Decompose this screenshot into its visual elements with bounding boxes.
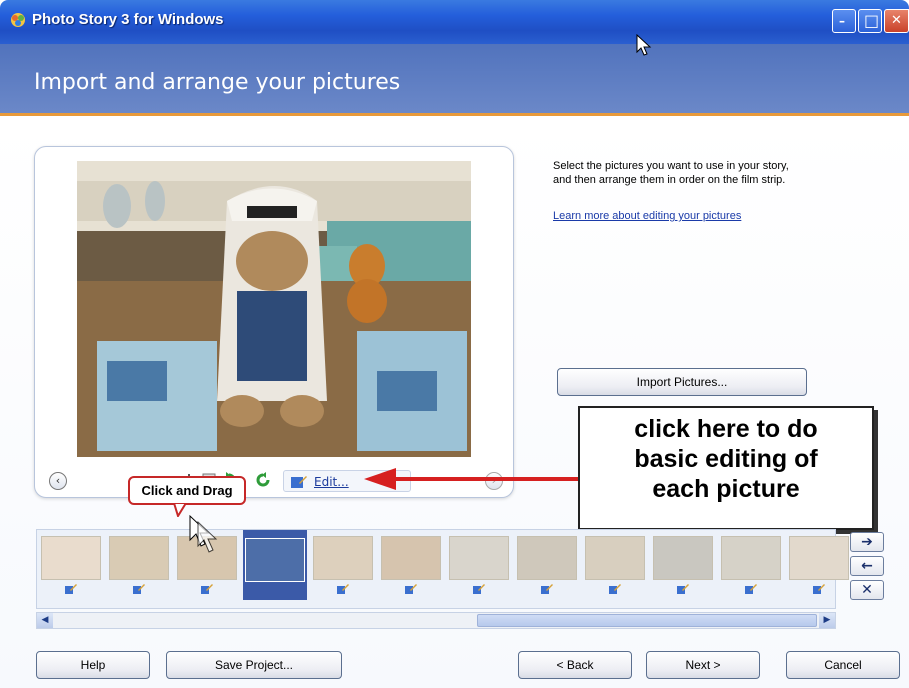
instructions-line-1: Select the pictures you want to use in y…	[553, 160, 789, 172]
film-strip-frame[interactable]	[651, 534, 715, 594]
edit-label: Edit...	[314, 475, 349, 489]
arrow-right-icon: ▶	[823, 615, 831, 625]
maximize-icon: □	[864, 11, 880, 30]
picture-thumbnail[interactable]	[245, 538, 305, 582]
picture-thumbnail[interactable]	[41, 536, 101, 580]
callout-line-2: basic editing of	[634, 445, 818, 473]
instructions-text: Select the pictures you want to use in y…	[553, 159, 873, 187]
preview-photo	[77, 161, 471, 457]
picture-thumbnail[interactable]	[789, 536, 849, 580]
edit-icon[interactable]	[745, 584, 757, 594]
next-button[interactable]: Next >	[646, 651, 760, 679]
picture-thumbnail[interactable]	[585, 536, 645, 580]
previous-picture-button[interactable]: ‹	[49, 472, 67, 490]
mouse-cursor-icon	[636, 34, 652, 56]
title-bar: Photo Story 3 for Windows – □ ✕	[0, 0, 909, 44]
close-icon: ✕	[891, 13, 902, 28]
film-strip[interactable]	[36, 529, 849, 609]
back-button[interactable]: < Back	[518, 651, 632, 679]
arrow-left-icon: ◀	[41, 615, 49, 625]
edit-icon[interactable]	[813, 584, 825, 594]
picture-thumbnail[interactable]	[381, 536, 441, 580]
edit-icon[interactable]	[201, 584, 213, 594]
chevron-left-icon: ‹	[55, 474, 61, 487]
film-strip-frame[interactable]	[107, 534, 171, 594]
rotate-clockwise-icon[interactable]	[255, 471, 271, 489]
learn-more-link[interactable]: Learn more about editing your pictures	[553, 210, 741, 222]
scroll-left-button[interactable]: ◀	[37, 613, 53, 628]
callout-line-1: click here to do	[634, 415, 818, 443]
film-strip-frame[interactable]	[583, 534, 647, 594]
edit-icon[interactable]	[337, 584, 349, 594]
page-title: Import and arrange your pictures	[34, 70, 401, 95]
edit-icon[interactable]	[677, 584, 689, 594]
click-and-drag-tooltip: Click and Drag	[128, 476, 246, 505]
close-icon: ✕	[861, 582, 873, 598]
film-strip-frame[interactable]	[515, 534, 579, 594]
picture-thumbnail[interactable]	[721, 536, 781, 580]
film-strip-frame[interactable]	[39, 534, 103, 594]
callout-arrow	[364, 468, 580, 490]
import-pictures-button[interactable]: Import Pictures...	[557, 368, 807, 396]
arrow-left-icon: ←	[861, 558, 873, 574]
edit-icon[interactable]	[473, 584, 485, 594]
minimize-button[interactable]: –	[832, 9, 856, 33]
page-header: Import and arrange your pictures	[0, 44, 909, 116]
save-project-button[interactable]: Save Project...	[166, 651, 342, 679]
film-strip-frame[interactable]	[447, 534, 511, 594]
picture-thumbnail[interactable]	[313, 536, 373, 580]
film-strip-frame[interactable]	[243, 530, 307, 600]
move-left-button[interactable]: ←	[850, 556, 884, 576]
cancel-button[interactable]: Cancel	[786, 651, 900, 679]
film-strip-frame[interactable]	[787, 534, 851, 594]
scroll-right-button[interactable]: ▶	[819, 613, 835, 628]
picture-thumbnail[interactable]	[653, 536, 713, 580]
help-button[interactable]: Help	[36, 651, 150, 679]
minimize-icon: –	[839, 14, 845, 28]
drag-cursor-icon	[189, 514, 218, 553]
instructions-line-2: and then arrange them in order on the fi…	[553, 174, 786, 186]
film-strip-frame[interactable]	[311, 534, 375, 594]
preview-panel: ‹ Edit... ›	[34, 146, 514, 498]
film-strip-frame[interactable]	[379, 534, 443, 594]
edit-callout-box: click here to do basic editing of each p…	[578, 406, 874, 530]
edit-icon[interactable]	[133, 584, 145, 594]
callout-line-3: each picture	[652, 475, 800, 503]
edit-icon[interactable]	[405, 584, 417, 594]
picture-thumbnail[interactable]	[109, 536, 169, 580]
scroll-thumb[interactable]	[477, 614, 817, 627]
picture-thumbnail[interactable]	[517, 536, 577, 580]
film-strip-scrollbar[interactable]: ◀ ▶	[36, 612, 836, 629]
tooltip-tail	[172, 503, 188, 517]
edit-icon	[291, 476, 307, 488]
arrow-right-icon: ➔	[861, 534, 873, 550]
move-right-button[interactable]: ➔	[850, 532, 884, 552]
film-strip-frame[interactable]	[719, 534, 783, 594]
remove-picture-button[interactable]: ✕	[850, 580, 884, 600]
edit-icon[interactable]	[541, 584, 553, 594]
maximize-button[interactable]: □	[858, 9, 882, 33]
edit-icon[interactable]	[609, 584, 621, 594]
close-button[interactable]: ✕	[884, 9, 909, 33]
window-title: Photo Story 3 for Windows	[32, 11, 224, 28]
edit-icon[interactable]	[65, 584, 77, 594]
picture-thumbnail[interactable]	[449, 536, 509, 580]
photo-story-app-icon	[11, 13, 25, 27]
main-content: ‹ Edit... › Select the pictures you	[0, 119, 909, 688]
